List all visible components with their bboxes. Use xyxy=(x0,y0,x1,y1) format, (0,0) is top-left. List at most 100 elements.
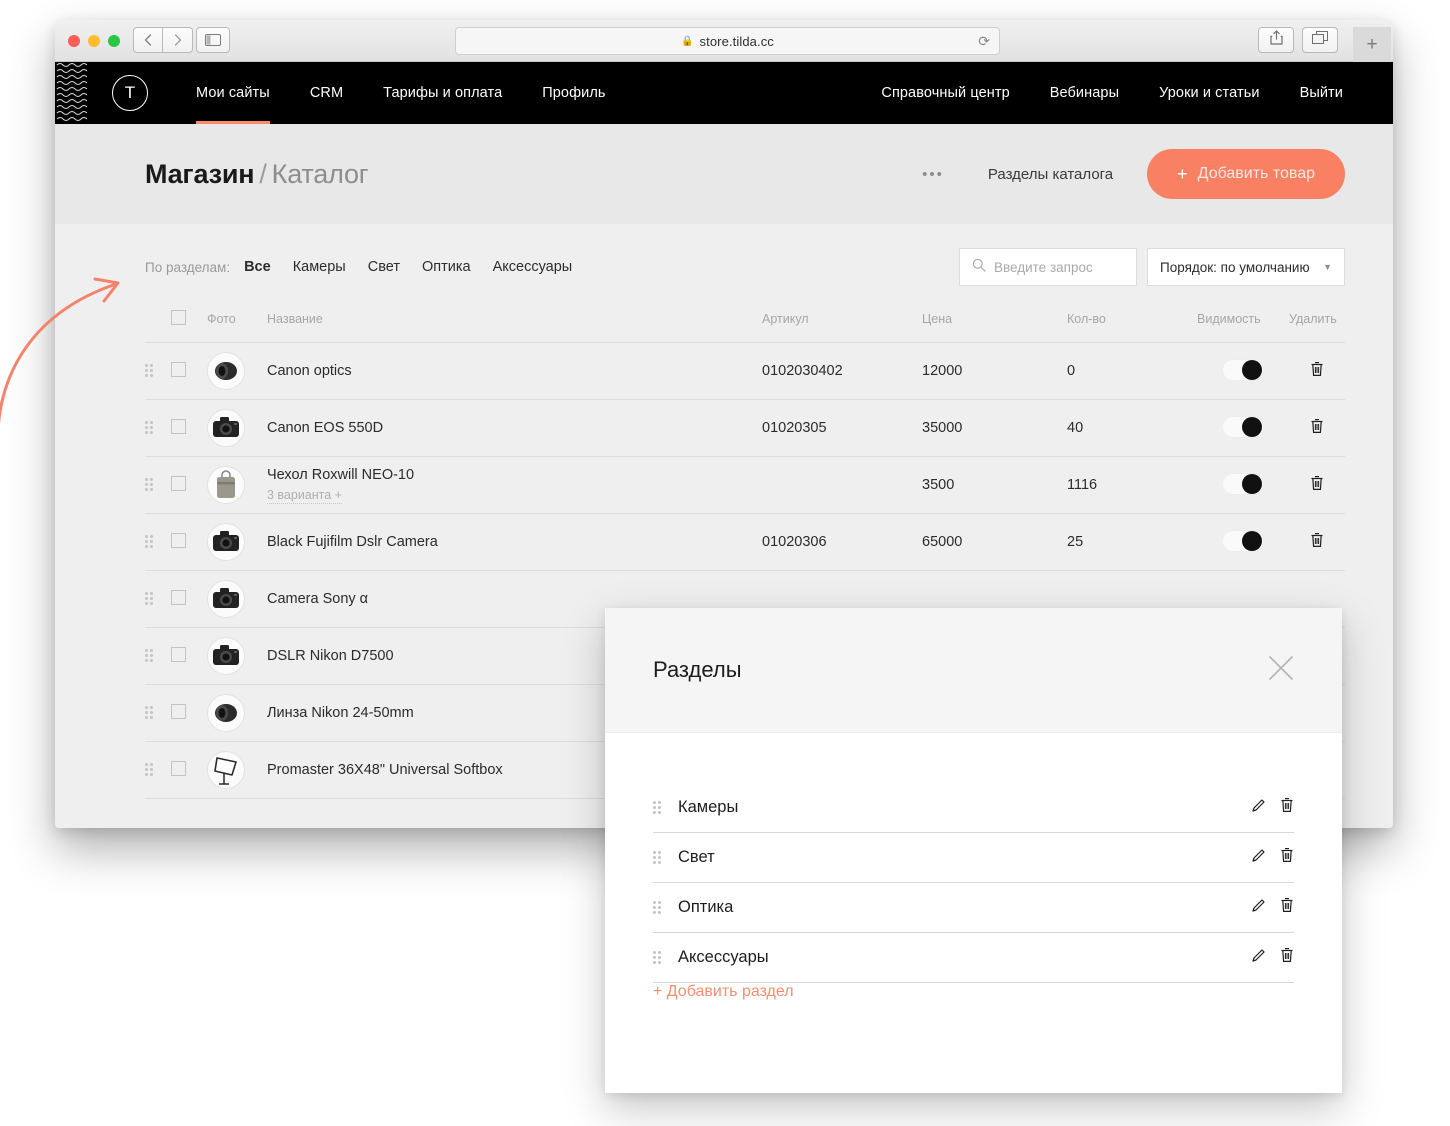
select-all-checkbox[interactable] xyxy=(171,310,186,325)
row-drag-cell[interactable] xyxy=(145,456,171,514)
filter-chip-light[interactable]: Свет xyxy=(368,259,400,275)
filter-chip-all[interactable]: Все xyxy=(244,259,271,275)
show-tabs-button[interactable] xyxy=(1302,27,1338,53)
nav-item-webinars[interactable]: Вебинары xyxy=(1030,62,1139,124)
visibility-toggle[interactable] xyxy=(1222,415,1264,438)
section-row[interactable]: Аксессуары xyxy=(653,933,1294,983)
row-select-cell[interactable] xyxy=(171,399,207,457)
close-button[interactable] xyxy=(1268,655,1294,686)
row-name-cell[interactable]: Canon EOS 550D xyxy=(267,399,762,457)
tilda-logo[interactable]: T xyxy=(112,75,148,111)
table-row[interactable]: Чехол Roxwill NEO-10 3 варианта + 3500 1116 xyxy=(145,456,1345,514)
row-checkbox[interactable] xyxy=(171,646,186,662)
window-controls[interactable] xyxy=(68,35,120,47)
new-tab-button[interactable]: + xyxy=(1353,27,1391,62)
row-visibility-cell[interactable] xyxy=(1197,342,1289,400)
drag-handle[interactable] xyxy=(145,478,156,492)
row-checkbox[interactable] xyxy=(171,703,186,719)
section-row[interactable]: Свет xyxy=(653,833,1294,883)
share-button[interactable] xyxy=(1258,27,1294,53)
table-row[interactable]: Canon optics 0102030402 12000 0 xyxy=(145,342,1345,400)
delete-icon[interactable] xyxy=(1280,847,1294,868)
edit-icon[interactable] xyxy=(1251,848,1266,868)
section-row[interactable]: Камеры xyxy=(653,783,1294,833)
nav-item-profile[interactable]: Профиль xyxy=(522,62,625,124)
row-checkbox[interactable] xyxy=(171,475,186,491)
row-drag-cell[interactable] xyxy=(145,570,171,628)
row-delete-cell[interactable] xyxy=(1289,342,1345,400)
row-select-cell[interactable] xyxy=(171,342,207,400)
visibility-toggle[interactable] xyxy=(1222,472,1264,495)
sort-select[interactable]: Порядок: по умолчанию ▼ xyxy=(1147,248,1345,286)
row-delete-cell[interactable] xyxy=(1289,513,1345,571)
filter-chip-optics[interactable]: Оптика xyxy=(422,259,471,275)
add-section-button[interactable]: + Добавить раздел xyxy=(653,983,794,1000)
delete-icon[interactable] xyxy=(1310,362,1324,381)
drag-handle[interactable] xyxy=(145,421,156,435)
drag-handle[interactable] xyxy=(653,800,664,815)
row-name-cell[interactable]: Чехол Roxwill NEO-10 3 варианта + xyxy=(267,456,762,514)
row-visibility-cell[interactable] xyxy=(1197,399,1289,457)
drag-handle[interactable] xyxy=(145,763,156,777)
row-drag-cell[interactable] xyxy=(145,342,171,400)
search-input[interactable]: Введите запрос xyxy=(959,248,1137,286)
product-variants[interactable]: 3 варианта + xyxy=(267,488,342,504)
reload-icon[interactable]: ⟳ xyxy=(978,33,990,50)
row-select-cell[interactable] xyxy=(171,741,207,799)
row-drag-cell[interactable] xyxy=(145,741,171,799)
row-delete-cell[interactable] xyxy=(1289,399,1345,457)
filter-chip-accessories[interactable]: Аксессуары xyxy=(493,259,573,275)
nav-item-crm[interactable]: CRM xyxy=(290,62,363,124)
row-visibility-cell[interactable] xyxy=(1197,456,1289,514)
edit-icon[interactable] xyxy=(1251,898,1266,918)
nav-item-help-center[interactable]: Справочный центр xyxy=(861,62,1029,124)
filter-chip-cameras[interactable]: Камеры xyxy=(293,259,346,275)
drag-handle[interactable] xyxy=(145,706,156,720)
add-product-button[interactable]: + Добавить товар xyxy=(1147,149,1345,199)
row-checkbox[interactable] xyxy=(171,361,186,377)
table-row[interactable]: Canon EOS 550D 01020305 35000 40 xyxy=(145,399,1345,457)
table-row[interactable]: Black Fujifilm Dslr Camera 01020306 65000 2… xyxy=(145,513,1345,571)
sidebar-toggle-button[interactable] xyxy=(196,27,230,53)
row-checkbox[interactable] xyxy=(171,589,186,605)
row-delete-cell[interactable] xyxy=(1289,456,1345,514)
nav-item-lessons[interactable]: Уроки и статьи xyxy=(1139,62,1279,124)
breadcrumb-catalog[interactable]: Каталог xyxy=(272,159,369,189)
row-name-cell[interactable]: Canon optics xyxy=(267,342,762,400)
drag-handle[interactable] xyxy=(653,950,664,965)
row-select-cell[interactable] xyxy=(171,627,207,685)
edit-icon[interactable] xyxy=(1251,798,1266,818)
nav-item-my-sites[interactable]: Мои сайты xyxy=(176,62,290,124)
nav-item-pricing[interactable]: Тарифы и оплата xyxy=(363,62,522,124)
row-select-cell[interactable] xyxy=(171,684,207,742)
maximize-window-button[interactable] xyxy=(108,35,120,47)
delete-icon[interactable] xyxy=(1280,797,1294,818)
toolbar-right-buttons[interactable] xyxy=(1258,27,1338,53)
more-options-icon[interactable]: ••• xyxy=(922,166,944,183)
row-visibility-cell[interactable] xyxy=(1197,513,1289,571)
edit-icon[interactable] xyxy=(1251,948,1266,968)
drag-handle[interactable] xyxy=(145,592,156,606)
row-select-cell[interactable] xyxy=(171,570,207,628)
back-button[interactable] xyxy=(133,27,163,53)
row-drag-cell[interactable] xyxy=(145,399,171,457)
row-select-cell[interactable] xyxy=(171,456,207,514)
drag-handle[interactable] xyxy=(653,850,664,865)
row-drag-cell[interactable] xyxy=(145,627,171,685)
row-drag-cell[interactable] xyxy=(145,684,171,742)
row-drag-cell[interactable] xyxy=(145,513,171,571)
row-select-cell[interactable] xyxy=(171,513,207,571)
drag-handle[interactable] xyxy=(145,364,156,378)
visibility-toggle[interactable] xyxy=(1222,358,1264,381)
row-checkbox[interactable] xyxy=(171,532,186,548)
delete-icon[interactable] xyxy=(1280,947,1294,968)
row-checkbox[interactable] xyxy=(171,760,186,776)
drag-handle[interactable] xyxy=(653,900,664,915)
minimize-window-button[interactable] xyxy=(88,35,100,47)
delete-icon[interactable] xyxy=(1310,419,1324,438)
breadcrumb-store[interactable]: Магазин xyxy=(145,159,255,189)
delete-icon[interactable] xyxy=(1280,897,1294,918)
delete-icon[interactable] xyxy=(1310,476,1324,495)
forward-button[interactable] xyxy=(163,27,193,53)
visibility-toggle[interactable] xyxy=(1222,529,1264,552)
